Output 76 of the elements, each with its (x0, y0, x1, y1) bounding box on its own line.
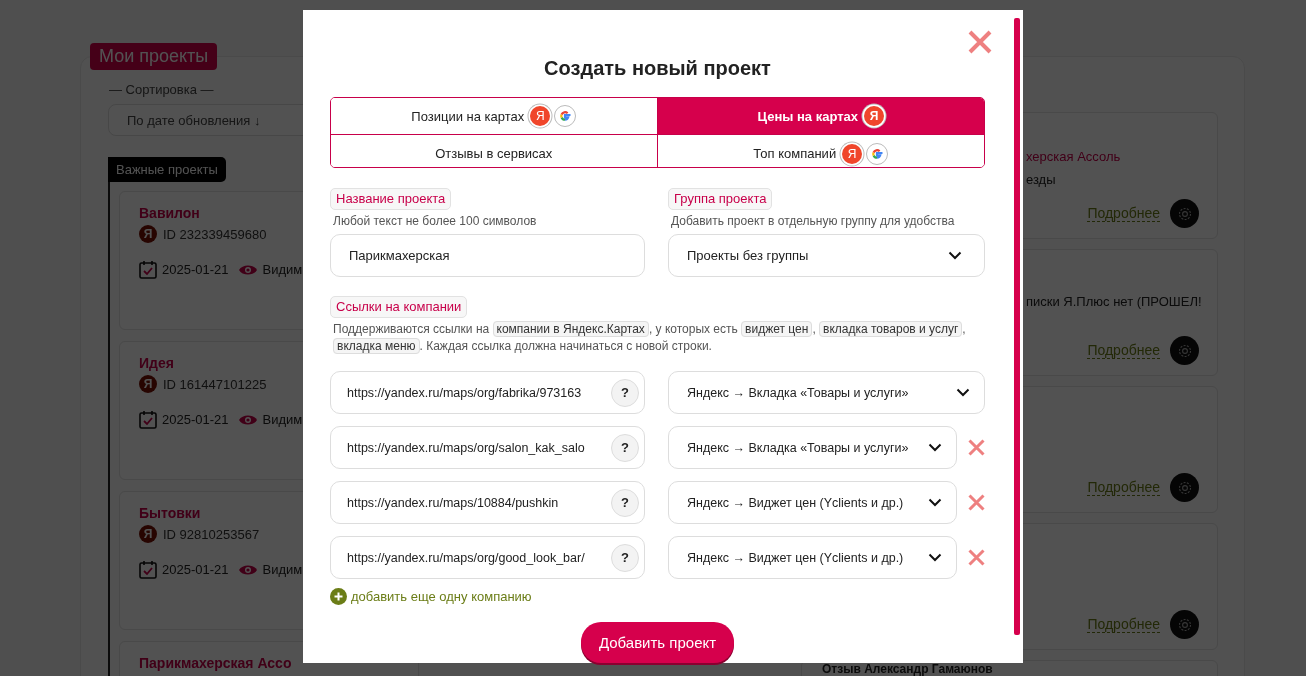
visibility-label: Видим (262, 412, 303, 427)
close-icon[interactable] (968, 30, 992, 54)
plus-icon (330, 588, 347, 605)
project-name: Идея (139, 354, 174, 372)
help-button[interactable]: ? (611, 433, 639, 462)
sort-label: — Сортировка — (109, 82, 214, 98)
project-name: Бытовки (139, 504, 201, 522)
settings-button[interactable] (1170, 336, 1199, 365)
project-date: 2025-01-21 (162, 412, 229, 427)
chevron-down-icon (956, 388, 970, 397)
group-select[interactable]: Проекты без группы (668, 234, 985, 277)
scrollbar[interactable] (1014, 18, 1020, 635)
settings-icon (1176, 616, 1193, 633)
group-tag: Важные проекты (108, 157, 226, 182)
chevron-down-icon (928, 553, 942, 562)
field-label: Название проекта (330, 188, 452, 210)
eye-icon (237, 563, 258, 576)
chevron-down-icon (948, 251, 962, 260)
settings-icon (1176, 479, 1193, 496)
project-date: 2025-01-21 (162, 262, 229, 277)
calendar-check-icon (139, 410, 157, 429)
settings-button[interactable] (1170, 199, 1199, 228)
yandex-logo-icon: Я (530, 106, 551, 126)
source-select[interactable]: Яндекс → Вкладка «Товары и услуги» (668, 426, 957, 469)
add-project-button[interactable]: Добавить проект (580, 622, 735, 663)
card-title: Отзыв Александр Гамаюнов (822, 663, 994, 676)
section-title: Мои проекты (90, 43, 218, 70)
chevron-down-icon (928, 498, 942, 507)
tab[interactable]: Отзывы в сервисах (331, 135, 658, 167)
card-text: езды (1026, 172, 1057, 187)
yandex-logo-icon: Я (139, 225, 157, 243)
dialog-title: Создать новый проект (543, 56, 772, 80)
yandex-logo-icon: Я (864, 106, 884, 126)
eye-icon (237, 263, 258, 276)
tab[interactable]: Цены на картах Я (657, 98, 984, 135)
help-button[interactable]: ? (611, 488, 639, 517)
project-date: 2025-01-21 (162, 562, 229, 577)
project-name-field[interactable]: Парикмахерская (330, 234, 645, 277)
help-button[interactable]: ? (611, 543, 639, 572)
project-name: Вавилон (139, 204, 200, 222)
eye-icon (237, 413, 258, 426)
help-button[interactable]: ? (611, 378, 639, 407)
google-logo-icon (866, 142, 889, 165)
settings-button[interactable] (1170, 473, 1199, 502)
project-name: Парикмахерская Ассо (139, 654, 292, 672)
calendar-check-icon (139, 560, 157, 579)
source-select[interactable]: Яндекс → Виджет цен (Yclients и др.) (668, 481, 957, 524)
project-id: ID 161447101225 (163, 376, 267, 392)
calendar-check-icon (139, 260, 157, 279)
project-id: ID 232339459680 (163, 226, 267, 242)
chevron-down-icon (928, 443, 942, 452)
project-id: ID 92810253567 (163, 526, 260, 542)
source-select[interactable]: Яндекс → Виджет цен (Yclients и др.) (668, 536, 957, 579)
url-field[interactable]: https://yandex.ru/maps/org/fabrika/973163 ? (330, 371, 645, 414)
yandex-logo-icon: Я (842, 143, 863, 164)
field-label: Группа проекта (668, 188, 773, 210)
field-hint: Добавить проект в отдельную группу для удобства (671, 214, 955, 229)
remove-icon[interactable] (968, 439, 985, 456)
settings-button[interactable] (1170, 610, 1199, 639)
settings-icon (1176, 342, 1193, 359)
url-field[interactable]: https://yandex.ru/maps/org/salon_kak_salo ? (330, 426, 645, 469)
url-field[interactable]: https://yandex.ru/maps/10884/pushkin ? (330, 481, 645, 524)
remove-icon[interactable] (968, 549, 985, 566)
source-select[interactable]: Яндекс → Вкладка «Товары и услуги» (668, 371, 985, 414)
tab[interactable]: Позиции на картах Я (331, 98, 658, 135)
visibility-label: Видим (262, 562, 303, 577)
yandex-logo-icon: Я (139, 525, 157, 543)
card-title: херская Ассоль (1026, 149, 1122, 164)
yandex-logo-icon: Я (139, 375, 157, 393)
settings-icon (1176, 205, 1193, 222)
remove-icon[interactable] (968, 494, 985, 511)
google-logo-icon (554, 105, 577, 127)
field-label: Ссылки на компании (330, 296, 468, 318)
card-text: писки Я.Плюс нет (ПРОШЕЛ! (1026, 294, 1199, 309)
url-field[interactable]: https://yandex.ru/maps/org/good_look_bar/ ? (330, 536, 645, 579)
visibility-label: Видим (262, 262, 303, 277)
